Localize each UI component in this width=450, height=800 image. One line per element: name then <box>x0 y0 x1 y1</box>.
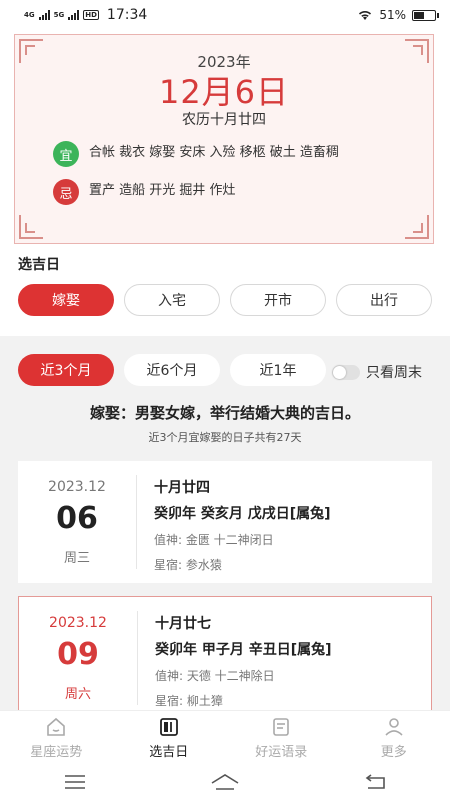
switch-knob <box>333 365 346 379</box>
day-card-lunar: 十月廿四 <box>154 480 210 496</box>
day-card-year-month: 2023.12 <box>49 615 107 631</box>
signal-icon-2 <box>68 10 80 20</box>
result-summary: 近3个月宜嫁娶的日子共有27天 <box>148 431 302 444</box>
nav-horoscope[interactable]: 星座运势 <box>0 711 113 764</box>
day-card-year-month: 2023.12 <box>48 479 106 495</box>
yi-row: 宜 合帐 裁衣 嫁娶 安床 入殓 移柩 破土 造畜稠 <box>53 141 339 167</box>
corner-ornament <box>19 215 43 239</box>
home-button[interactable] <box>210 772 240 792</box>
day-card-weekday: 周六 <box>64 687 91 702</box>
yi-badge: 宜 <box>53 141 79 167</box>
day-card-day: 09 <box>57 637 99 672</box>
nav-select-date[interactable]: 选吉日 <box>113 711 226 764</box>
day-card-date: 2023.12 09 周六 <box>19 597 137 710</box>
status-bar: 4G 5G HD 17:34 51% <box>0 0 450 30</box>
wifi-icon <box>359 11 372 20</box>
section-title: 选吉日 <box>18 257 60 273</box>
range-tab-3-months[interactable]: 近3个月 <box>18 354 114 386</box>
status-time: 17:34 <box>106 7 148 23</box>
nav-more-label: 更多 <box>380 744 407 760</box>
day-card[interactable]: 2023.12 06 周三 十月廿四 癸卯年 癸亥月 戊戌日[属兔] 值神: 金… <box>18 461 432 583</box>
weekend-toggle-label: 只看周末 <box>366 365 422 381</box>
day-card[interactable]: 2023.12 09 周六 十月廿七 癸卯年 甲子月 辛丑日[属兔] 值神: 天… <box>18 596 432 710</box>
back-button[interactable] <box>360 772 390 792</box>
network-5g-label: 5G <box>53 10 65 19</box>
category-tab-open-business[interactable]: 开市 <box>230 284 326 316</box>
category-headline: 嫁娶：男娶女嫁，举行结婚大典的吉日。 <box>89 404 360 422</box>
ji-badge: 忌 <box>53 179 79 205</box>
category-tabs: 嫁娶 入宅 开市 出行 <box>18 284 432 316</box>
home-icon <box>47 717 66 736</box>
day-card-divider <box>137 611 138 705</box>
day-card-lunar: 十月廿七 <box>155 616 211 632</box>
user-icon <box>385 717 403 736</box>
menu-icon <box>65 775 85 789</box>
bottom-nav: 星座运势 选吉日 好运语录 更多 <box>0 710 450 764</box>
range-tab-1-year[interactable]: 近1年 <box>230 354 326 386</box>
ji-row: 忌 置产 造船 开光 掘井 作灶 <box>53 179 236 205</box>
document-icon <box>273 717 290 736</box>
system-nav-bar <box>0 764 450 800</box>
category-tab-travel[interactable]: 出行 <box>336 284 432 316</box>
day-card-divider <box>136 475 137 569</box>
weekend-switch[interactable] <box>332 364 360 380</box>
ji-text: 置产 造船 开光 掘井 作灶 <box>89 182 236 198</box>
battery-percent: 51% <box>379 8 406 22</box>
day-card-details: 十月廿四 癸卯年 癸亥月 戊戌日[属兔] 值神: 金匮 十二神闭日 星宿: 参水… <box>154 477 331 573</box>
menu-button[interactable] <box>60 772 90 792</box>
day-card-zhishen: 值神: 金匮 十二神闭日 <box>154 533 274 547</box>
nav-select-date-label: 选吉日 <box>149 744 189 760</box>
day-card-weekday: 周三 <box>63 551 90 566</box>
day-card-date: 2023.12 06 周三 <box>18 461 136 583</box>
category-tab-move-in[interactable]: 入宅 <box>124 284 220 316</box>
status-right: 51% <box>357 8 439 22</box>
range-tab-6-months[interactable]: 近6个月 <box>124 354 220 386</box>
almanac-card: 2023年 12月6日 农历十月廿四 宜 合帐 裁衣 嫁娶 安床 入殓 移柩 破… <box>14 34 434 244</box>
range-tabs: 近3个月 近6个月 近1年 <box>18 354 326 386</box>
day-card-xingsu: 星宿: 柳土獐 <box>155 694 223 708</box>
almanac-lunar-date: 农历十月廿四 <box>182 112 266 128</box>
day-card-ganzhi: 癸卯年 癸亥月 戊戌日[属兔] <box>154 506 331 522</box>
calendar-icon <box>159 717 178 736</box>
day-card-ganzhi: 癸卯年 甲子月 辛丑日[属兔] <box>155 642 332 658</box>
battery-icon <box>412 9 439 21</box>
weekend-toggle[interactable]: 只看周末 <box>332 362 422 382</box>
battery-fill <box>414 11 424 19</box>
day-card-day: 06 <box>56 501 98 536</box>
almanac-date: 12月6日 <box>158 73 290 111</box>
status-left: 4G 5G HD 17:34 <box>24 7 147 23</box>
day-card-zhishen: 值神: 天德 十二神除日 <box>155 669 275 683</box>
nav-horoscope-label: 星座运势 <box>30 744 83 760</box>
network-4g-label: 4G <box>24 10 35 19</box>
signal-icon <box>38 10 50 20</box>
nav-more[interactable]: 更多 <box>338 711 450 764</box>
nav-quotes-label: 好运语录 <box>255 744 308 760</box>
corner-ornament <box>405 215 429 239</box>
nav-quotes[interactable]: 好运语录 <box>225 711 338 764</box>
hd-badge: HD <box>83 10 99 20</box>
category-tab-marriage[interactable]: 嫁娶 <box>18 284 114 316</box>
yi-text: 合帐 裁衣 嫁娶 安床 入殓 移柩 破土 造畜稠 <box>89 144 339 160</box>
day-card-details: 十月廿七 癸卯年 甲子月 辛丑日[属兔] 值神: 天德 十二神除日 星宿: 柳土… <box>155 613 332 709</box>
home-outline-icon <box>211 774 239 790</box>
day-card-xingsu: 星宿: 参水猿 <box>154 558 222 572</box>
back-icon <box>365 774 385 789</box>
results-area: 近3个月 近6个月 近1年 只看周末 嫁娶：男娶女嫁，举行结婚大典的吉日。 近3… <box>0 336 450 710</box>
